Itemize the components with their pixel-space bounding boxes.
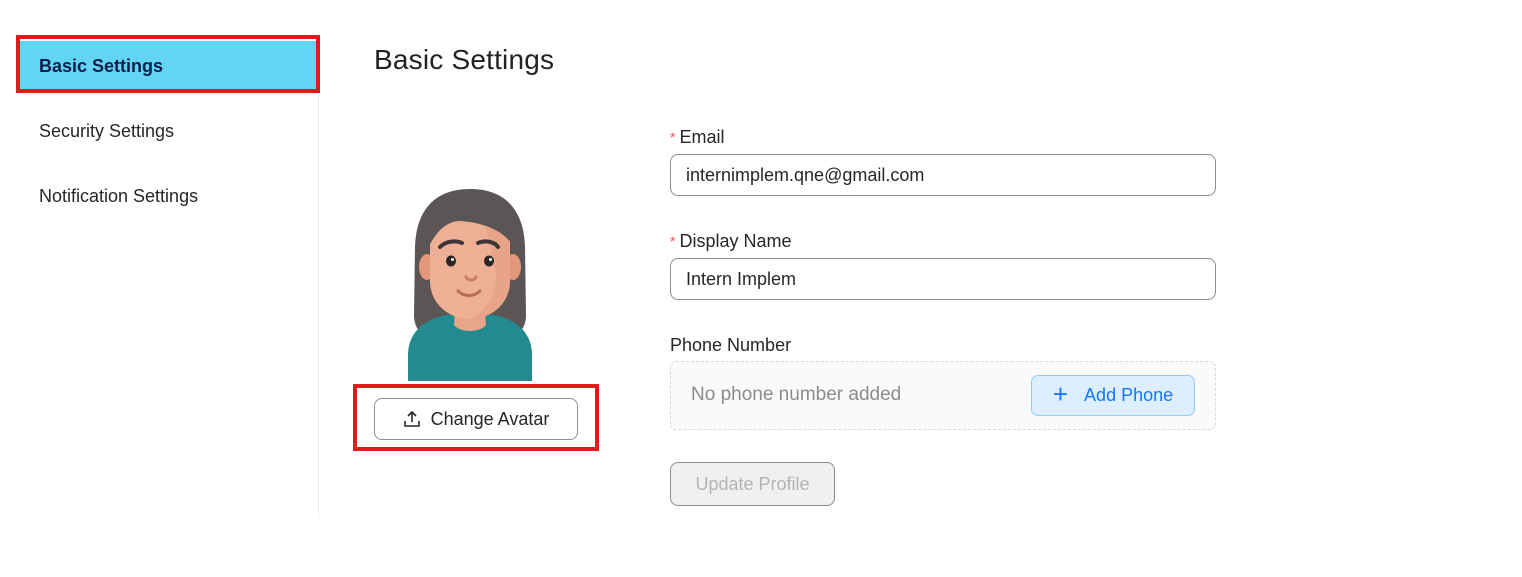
settings-page: Basic Settings Security Settings Notific… — [0, 0, 1522, 577]
display-name-label: * Display Name — [670, 231, 792, 252]
sidebar-item-label: Basic Settings — [39, 55, 164, 76]
email-label: * Email — [670, 127, 724, 148]
avatar — [400, 185, 540, 383]
sidebar-item-security-settings[interactable]: Security Settings — [20, 106, 318, 156]
phone-empty-text: No phone number added — [691, 384, 902, 405]
phone-number-label: Phone Number — [670, 335, 792, 355]
email-field[interactable] — [670, 154, 1216, 196]
required-mark: * — [670, 129, 676, 145]
sidebar-item-basic-settings[interactable]: Basic Settings — [20, 41, 318, 91]
sidebar-item-label: Security Settings — [39, 120, 175, 141]
phone-number-box: No phone number added + Add Phone — [670, 361, 1216, 430]
add-phone-label: Add Phone — [1084, 385, 1174, 405]
upload-icon — [403, 411, 420, 427]
required-mark: * — [670, 233, 676, 249]
update-profile-button[interactable]: Update Profile — [670, 462, 835, 506]
page-title: Basic Settings — [374, 44, 555, 75]
display-name-label-text: Display Name — [679, 231, 792, 251]
settings-sidebar: Basic Settings Security Settings Notific… — [0, 35, 319, 518]
add-phone-button[interactable]: + Add Phone — [1031, 375, 1195, 416]
plus-icon: + — [1052, 378, 1069, 409]
sidebar-item-notification-settings[interactable]: Notification Settings — [20, 171, 318, 221]
email-label-text: Email — [679, 127, 725, 147]
display-name-field[interactable] — [670, 258, 1216, 300]
sidebar-item-label: Notification Settings — [39, 185, 199, 206]
change-avatar-label: Change Avatar — [430, 408, 550, 429]
change-avatar-button[interactable]: Change Avatar — [374, 398, 578, 440]
avatar-female-icon — [408, 189, 532, 381]
